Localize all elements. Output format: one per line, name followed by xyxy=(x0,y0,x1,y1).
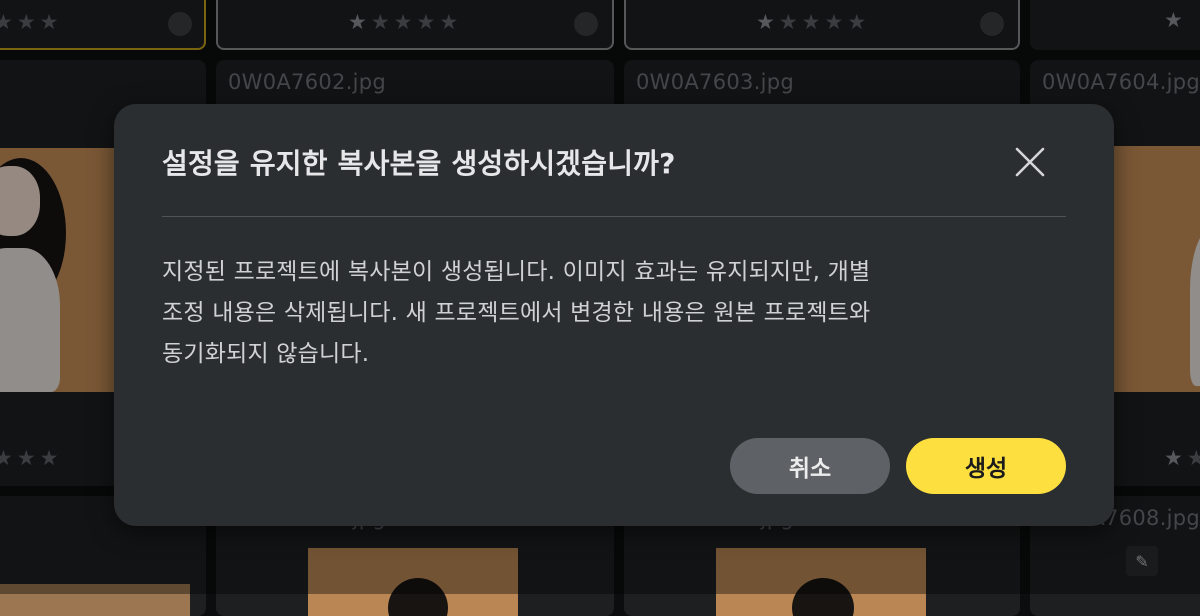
message-line: 동기화되지 않습니다. xyxy=(162,341,370,367)
confirm-dialog: 설정을 유지한 복사본을 생성하시겠습니까? 지정된 프로젝트에 복사본이 생성… xyxy=(114,104,1114,526)
create-button[interactable]: 생성 xyxy=(906,438,1066,494)
dialog-message: 지정된 프로젝트에 복사본이 생성됩니다. 이미지 효과는 유지되지만, 개별 … xyxy=(162,252,1062,375)
dialog-divider xyxy=(162,216,1066,217)
message-line: 조정 내용은 삭제됩니다. 새 프로젝트에서 변경한 내용은 원본 프로젝트와 xyxy=(162,300,871,326)
cancel-button[interactable]: 취소 xyxy=(730,438,890,494)
close-button[interactable] xyxy=(1010,142,1050,182)
dialog-title: 설정을 유지한 복사본을 생성하시겠습니까? xyxy=(162,147,676,180)
message-line: 지정된 프로젝트에 복사본이 생성됩니다. 이미지 효과는 유지되지만, 개별 xyxy=(162,259,871,285)
close-icon[interactable] xyxy=(1010,142,1050,182)
